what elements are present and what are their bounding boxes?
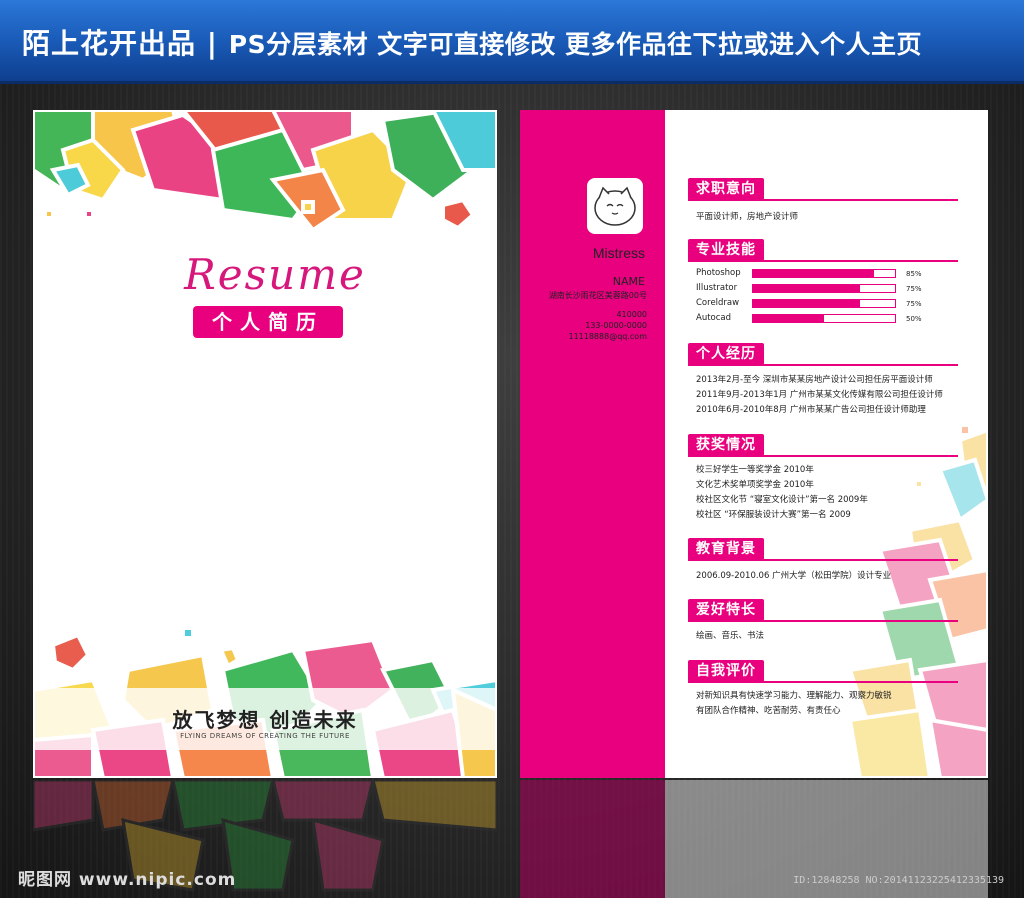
skill-bar bbox=[752, 314, 896, 323]
sidebar: Mistress NAME 湖南长沙雨花区美蓉路00号 410000 133-0… bbox=[520, 110, 665, 778]
experience-line: 2011年9月-2013年1月 广州市某某文化传媒有限公司担任设计师 bbox=[696, 390, 943, 400]
section-line bbox=[688, 199, 958, 201]
image-id: ID:12848258 NO:20141123225412335139 bbox=[793, 875, 1004, 886]
skill-bar-fill bbox=[753, 270, 874, 277]
experience-line: 2013年2月-至今 深圳市某某房地产设计公司担任房平面设计师 bbox=[696, 375, 933, 385]
resume-script-title: Resume bbox=[184, 250, 366, 299]
self-evaluation-line: 有团队合作精神、吃苦耐劳、有责任心 bbox=[696, 706, 841, 716]
section-title-education: 教育背景 bbox=[688, 538, 764, 560]
award-line: 校社区文化节 “寝室文化设计”第一名 2009年 bbox=[696, 495, 868, 505]
job-line: 平面设计师，房地产设计师 bbox=[696, 212, 799, 222]
avatar bbox=[587, 178, 643, 234]
resume-cover-page: Resume 个人简历 放飞梦想 创造未来 FLYING DREAMS OF C… bbox=[33, 110, 497, 778]
name-script: Mistress bbox=[592, 245, 645, 261]
skill-name: Autocad bbox=[696, 313, 732, 323]
skill-name: Illustrator bbox=[696, 283, 738, 293]
self-evaluation-line: 对新知识具有快速学习能力、理解能力、观察力敏锐 bbox=[696, 691, 892, 701]
header-banner: 陌上花开出品 | PS分层素材 文字可直接修改 更多作品往下拉或进入个人主页 bbox=[0, 0, 1024, 84]
skill-bar-fill bbox=[753, 300, 860, 307]
name-label: NAME bbox=[612, 275, 645, 288]
resume-badge: 个人简历 bbox=[193, 306, 343, 338]
phone: 133-0000-0000 bbox=[585, 321, 647, 330]
section-title-experience: 个人经历 bbox=[688, 343, 764, 365]
section-line bbox=[688, 559, 958, 561]
cat-face-icon bbox=[594, 186, 636, 226]
slogan: 放飞梦想 创造未来 bbox=[172, 708, 358, 732]
banner-text: 陌上花开出品 | PS分层素材 文字可直接修改 更多作品往下拉或进入个人主页 bbox=[22, 22, 922, 62]
section-title-self: 自我评价 bbox=[688, 660, 764, 682]
skill-percent: 75% bbox=[906, 300, 922, 308]
skill-percent: 75% bbox=[906, 285, 922, 293]
postcode: 410000 bbox=[616, 310, 647, 319]
skill-bar bbox=[752, 269, 896, 278]
section-title-awards: 获奖情况 bbox=[688, 434, 764, 456]
section-line bbox=[688, 364, 958, 366]
hexagon-decoration-top bbox=[33, 110, 497, 778]
skill-bar-fill bbox=[753, 285, 860, 292]
skill-bar bbox=[752, 284, 896, 293]
section-line bbox=[688, 260, 958, 262]
site-logo: 昵图网 www.nipic.com bbox=[18, 870, 237, 890]
award-line: 校三好学生一等奖学金 2010年 bbox=[696, 465, 814, 475]
award-line: 校社区 “环保服装设计大赛”第一名 2009 bbox=[696, 510, 851, 520]
skill-name: Photoshop bbox=[696, 268, 741, 278]
address: 湖南长沙雨花区美蓉路00号 bbox=[548, 291, 647, 300]
skill-bar bbox=[752, 299, 896, 308]
section-title-job: 求职意向 bbox=[688, 178, 764, 200]
experience-line: 2010年6月-2010年8月 广州市某某广告公司担任设计师助理 bbox=[696, 405, 926, 415]
section-line bbox=[688, 455, 958, 457]
education-line: 2006.09-2010.06 广州大学（松田学院）设计专业 bbox=[696, 571, 892, 581]
section-title-hobbies: 爱好特长 bbox=[688, 599, 764, 621]
skill-percent: 85% bbox=[906, 270, 922, 278]
skill-bar-fill bbox=[753, 315, 824, 322]
slogan-english: FLYING DREAMS OF CREATING THE FUTURE bbox=[180, 732, 350, 740]
award-line: 文化艺术奖单项奖学金 2010年 bbox=[696, 480, 814, 490]
section-title-skills: 专业技能 bbox=[688, 239, 764, 261]
resume-detail-page: Mistress NAME 湖南长沙雨花区美蓉路00号 410000 133-0… bbox=[520, 110, 988, 778]
section-line bbox=[688, 681, 958, 683]
skill-percent: 50% bbox=[906, 315, 922, 323]
email: 11118888@qq.com bbox=[568, 332, 647, 341]
hobbies-line: 绘画、音乐、书法 bbox=[696, 631, 765, 641]
banner-separator: | bbox=[206, 27, 218, 60]
skill-name: Coreldraw bbox=[696, 298, 740, 308]
section-line bbox=[688, 620, 958, 622]
sidebar-reflection bbox=[520, 780, 665, 898]
banner-subtitle: PS分层素材 文字可直接修改 更多作品往下拉或进入个人主页 bbox=[228, 30, 922, 59]
banner-title: 陌上花开出品 bbox=[22, 27, 197, 60]
